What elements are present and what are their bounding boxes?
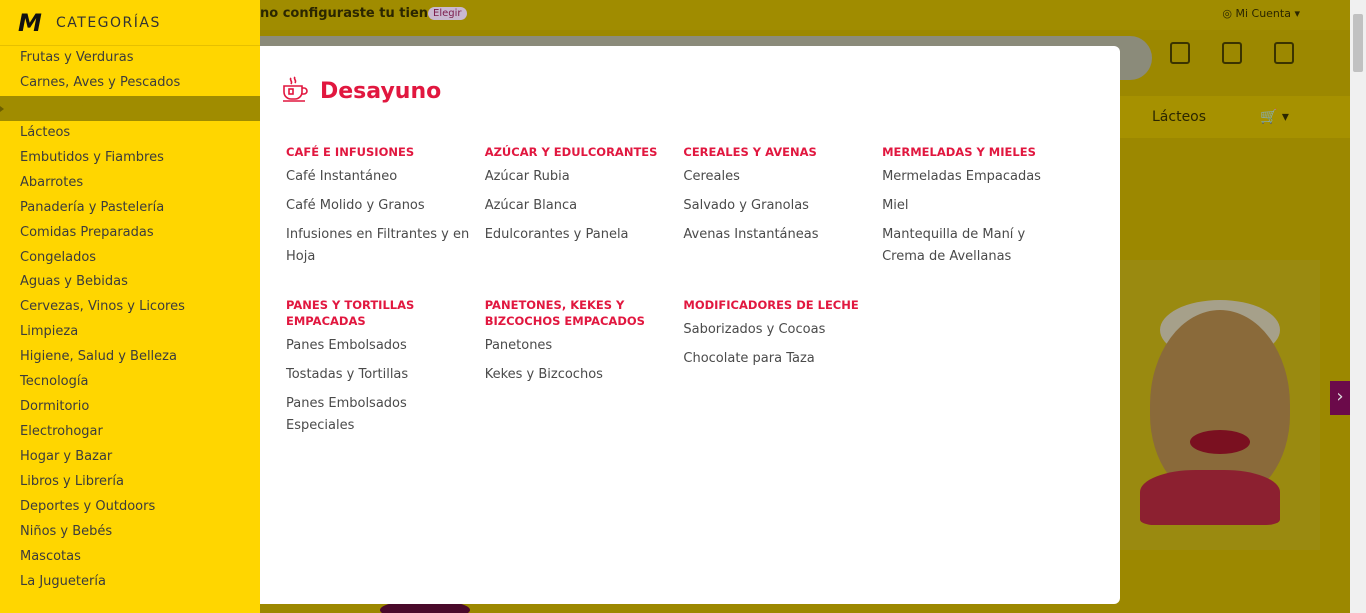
subcategory-group: AZÚCAR Y EDULCORANTES Azúcar Rubia Azúcar … xyxy=(485,144,684,275)
sidebar-item[interactable]: Desayuno xyxy=(0,95,260,121)
subcategory-group: CEREALES Y AVENAS Cereales Salvado y Grano… xyxy=(683,144,882,275)
store-bar: no configuraste tu tienda Elegir ◎ Mi Cu… xyxy=(260,0,1350,30)
account-label: Mi Cuenta xyxy=(1235,7,1291,20)
sidebar-item[interactable]: Cervezas, Vinos y Licores xyxy=(0,295,260,320)
carousel-next-button[interactable]: › xyxy=(1330,381,1350,415)
sidebar-item[interactable]: Limpieza xyxy=(0,320,260,345)
cart-icon[interactable]: 🛒 ▾ xyxy=(1260,109,1289,125)
nav-item-lacteos[interactable]: Lácteos xyxy=(1152,109,1206,125)
subcategory-group: MODIFICADORES DE LECHE Saborizados y Coco… xyxy=(683,297,882,444)
sidebar-item[interactable]: Comidas Preparadas xyxy=(0,221,260,246)
sidebar-title: CATEGORÍAS xyxy=(56,14,161,31)
sidebar-item[interactable]: Higiene, Salud y Belleza xyxy=(0,345,260,370)
subcategory-link[interactable]: Avenas Instantáneas xyxy=(683,224,870,246)
sidebar-item[interactable]: Tecnología xyxy=(0,370,260,395)
subcategory-link[interactable]: Chocolate para Taza xyxy=(683,348,870,370)
subcategory-row: PANES Y TORTILLAS EMPACADAS Panes Embolsa… xyxy=(286,297,1086,444)
list-icon[interactable] xyxy=(1274,42,1294,64)
subcategory-link[interactable]: Saborizados y Cocoas xyxy=(683,319,870,341)
sidebar-item[interactable]: Carnes, Aves y Pescados xyxy=(0,71,260,96)
categories-sidebar: M CATEGORÍAS Frutas y Verduras Carnes, Av… xyxy=(0,0,260,613)
sidebar-item[interactable]: Abarrotes xyxy=(0,171,260,196)
account-link[interactable]: ◎ Mi Cuenta ▾ xyxy=(1222,7,1300,20)
header-icons xyxy=(1170,42,1294,64)
scrollbar-thumb[interactable] xyxy=(1353,14,1363,72)
sidebar-item[interactable]: Mascotas xyxy=(0,545,260,570)
subcategory-heading[interactable]: MODIFICADORES DE LECHE xyxy=(683,297,870,313)
subcategory-link[interactable]: Azúcar Rubia xyxy=(485,166,672,188)
subcategory-heading[interactable]: PANES Y TORTILLAS EMPACADAS xyxy=(286,297,473,329)
category-list: Frutas y Verduras Carnes, Aves y Pescados… xyxy=(0,46,260,595)
store-prompt: no configuraste tu tienda xyxy=(260,6,447,21)
subcategory-group: PANETONES, KEKES Y BIZCOCHOS EMPACADOS Pa… xyxy=(485,297,684,444)
sidebar-item[interactable]: Lácteos xyxy=(0,121,260,146)
subcategory-link[interactable]: Azúcar Blanca xyxy=(485,195,672,217)
sidebar-item[interactable]: Congelados xyxy=(0,246,260,271)
sidebar-item[interactable]: Dormitorio xyxy=(0,395,260,420)
subcategory-link[interactable]: Panetones xyxy=(485,335,672,357)
sidebar-item[interactable]: Libros y Librería xyxy=(0,470,260,495)
sidebar-item[interactable]: La Juguetería xyxy=(0,570,260,595)
subcategory-link[interactable]: Infusiones en Filtrantes y en Hoja xyxy=(286,224,473,268)
subcategory-grid: CAFÉ E INFUSIONES Café Instantáneo Café Mo… xyxy=(286,144,1086,444)
subcategory-link[interactable]: Mantequilla de Maní y Crema de Avellanas xyxy=(882,224,1069,268)
sidebar-item[interactable]: Niños y Bebés xyxy=(0,520,260,545)
subcategory-link[interactable]: Edulcorantes y Panela xyxy=(485,224,672,246)
subcategory-link[interactable]: Café Molido y Granos xyxy=(286,195,473,217)
sidebar-item[interactable]: Electrohogar xyxy=(0,420,260,445)
subcategory-link[interactable]: Panes Embolsados xyxy=(286,335,473,357)
sidebar-header: M CATEGORÍAS xyxy=(0,0,260,46)
sidebar-item[interactable]: Aguas y Bebidas xyxy=(0,270,260,295)
subcategory-group: MERMELADAS Y MIELES Mermeladas Empacadas M… xyxy=(882,144,1081,275)
subcategory-link[interactable]: Cereales xyxy=(683,166,870,188)
sidebar-item[interactable]: Hogar y Bazar xyxy=(0,445,260,470)
subcategory-link[interactable]: Kekes y Bizcochos xyxy=(485,364,672,386)
subcategory-group: CAFÉ E INFUSIONES Café Instantáneo Café Mo… xyxy=(286,144,485,275)
subcategory-link[interactable]: Salvado y Granolas xyxy=(683,195,870,217)
panel-header: Desayuno xyxy=(280,74,441,108)
subcategory-link[interactable]: Mermeladas Empacadas xyxy=(882,166,1069,188)
orders-icon[interactable] xyxy=(1170,42,1190,64)
sidebar-item[interactable]: Panadería y Pastelería xyxy=(0,196,260,221)
subcategory-row: CAFÉ E INFUSIONES Café Instantáneo Café Mo… xyxy=(286,144,1086,275)
category-mega-menu: Desayuno CAFÉ E INFUSIONES Café Instantán… xyxy=(260,46,1120,604)
coupons-icon[interactable] xyxy=(1222,42,1242,64)
coffee-cup-icon xyxy=(280,74,310,108)
sidebar-item[interactable]: Deportes y Outdoors xyxy=(0,495,260,520)
subcategory-group: PANES Y TORTILLAS EMPACADAS Panes Embolsa… xyxy=(286,297,485,444)
subcategory-heading[interactable]: CAFÉ E INFUSIONES xyxy=(286,144,473,160)
subcategory-link[interactable]: Café Instantáneo xyxy=(286,166,473,188)
sidebar-item[interactable]: Embutidos y Fiambres xyxy=(0,146,260,171)
sidebar-item[interactable]: Frutas y Verduras xyxy=(0,46,260,71)
subcategory-link[interactable]: Panes Embolsados Especiales xyxy=(286,393,473,437)
subcategory-link[interactable]: Tostadas y Tortillas xyxy=(286,364,473,386)
subcategory-heading[interactable]: AZÚCAR Y EDULCORANTES xyxy=(485,144,672,160)
page-scrollbar[interactable] xyxy=(1350,0,1366,613)
subcategory-link[interactable]: Miel xyxy=(882,195,1069,217)
subcategory-heading[interactable]: MERMELADAS Y MIELES xyxy=(882,144,1069,160)
banner-toy-shoe xyxy=(1140,470,1280,525)
subcategory-heading[interactable]: PANETONES, KEKES Y BIZCOCHOS EMPACADOS xyxy=(485,297,672,329)
store-logo[interactable]: M xyxy=(18,9,50,37)
panel-title: Desayuno xyxy=(320,78,442,104)
banner-toy-lips xyxy=(1190,430,1250,454)
choose-store-button[interactable]: Elegir xyxy=(428,7,467,20)
subcategory-heading[interactable]: CEREALES Y AVENAS xyxy=(683,144,870,160)
